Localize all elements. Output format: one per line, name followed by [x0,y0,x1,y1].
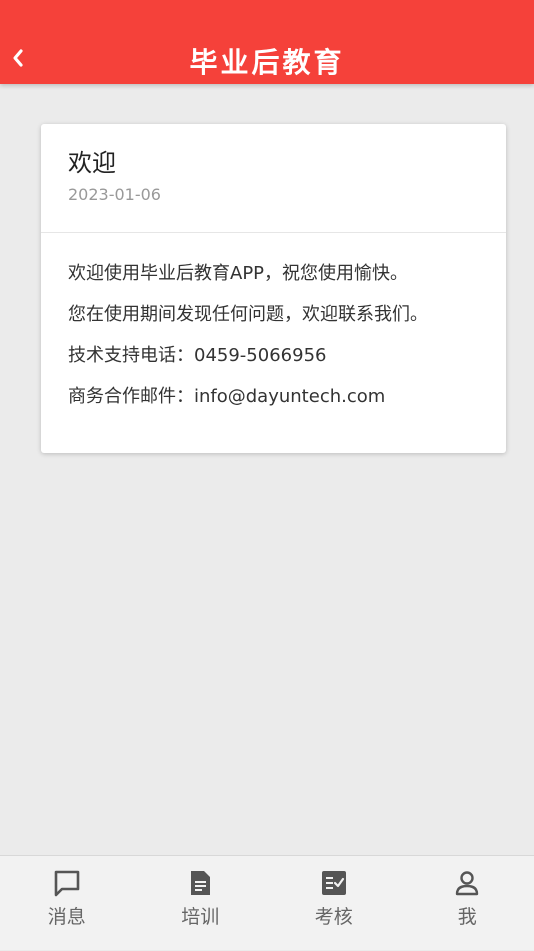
message-date: 2023-01-06 [68,184,161,206]
tab-label-assessment: 考核 [267,904,401,930]
tab-me[interactable]: 我 [401,856,534,951]
top-header: 毕业后教育 [0,0,534,84]
page-title: 毕业后教育 [0,44,534,82]
message-line-welcome: 欢迎使用毕业后教育APP，祝您使用愉快。 [68,260,488,301]
tab-label-messages: 消息 [0,904,134,930]
message-card: 欢迎 2023-01-06 欢迎使用毕业后教育APP，祝您使用愉快。 您在使用期… [41,124,506,453]
message-body: 欢迎使用毕业后教育APP，祝您使用愉快。 您在使用期间发现任何问题，欢迎联系我们… [68,260,488,424]
checklist-icon [267,868,401,898]
tab-training[interactable]: 培训 [134,856,268,951]
message-title: 欢迎 [68,146,116,180]
tab-label-me: 我 [401,904,534,930]
tab-label-training: 培训 [134,904,268,930]
person-icon [401,868,534,898]
message-line-phone: 技术支持电话：0459-5066956 [68,342,488,383]
tab-messages[interactable]: 消息 [0,856,134,951]
document-icon [134,868,268,898]
chat-bubble-icon [0,868,134,898]
tab-assessment[interactable]: 考核 [267,856,401,951]
bottom-tab-bar: 消息 培训 考核 [0,855,534,950]
message-line-email: 商务合作邮件：info@dayuntech.com [68,383,488,424]
message-line-feedback: 您在使用期间发现任何问题，欢迎联系我们。 [68,301,488,342]
